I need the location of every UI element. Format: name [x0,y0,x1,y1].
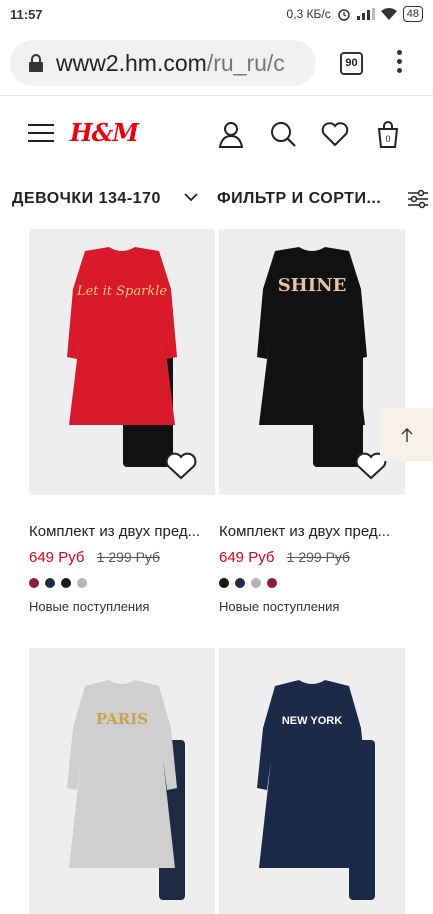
product-title[interactable]: Комплект из двух пред... [29,523,215,540]
filter-sort-button[interactable]: ФИЛЬТР И СОРТИ... [217,190,381,208]
color-swatch[interactable] [235,578,245,588]
filter-sliders-icon[interactable] [407,188,429,210]
dress-print: PARIS [96,710,148,728]
color-swatch[interactable] [61,578,71,588]
tab-switcher-button[interactable]: 90 [340,52,363,75]
sale-price: 649 Руб [29,549,85,566]
svg-text:0: 0 [385,134,390,144]
favorites-icon[interactable] [321,120,349,148]
status-right: 0,3 КБ/с 48 [287,6,423,22]
browser-menu-icon[interactable] [392,48,406,78]
filter-row: ДЕВОЧКИ 134-170 ФИЛЬТР И СОРТИ... [0,180,433,220]
url-path: /ru_ru/c [206,49,285,76]
color-swatch[interactable] [29,578,39,588]
dress-shape [257,247,367,425]
dress-shape [257,680,367,868]
dress-print: SHINE [278,275,347,296]
lock-icon [29,54,43,72]
back-to-top-button[interactable] [380,408,433,461]
status-bar: 11:57 0,3 КБ/с 48 [0,0,433,30]
product-card[interactable]: Let it Sparkle Комплект из двух пред... … [29,229,215,614]
dress-print: NEW YORK [282,715,342,727]
dress-shape [67,680,177,868]
color-swatch[interactable] [45,578,55,588]
site-header: H&M 0 [0,96,433,172]
original-price: 1 299 Руб [286,549,351,565]
arrow-up-icon [401,427,412,442]
alarm-icon [338,9,350,21]
color-swatches [219,578,277,588]
product-image[interactable]: NEW YORK [219,648,405,914]
dress-print: Let it Sparkle [76,284,167,299]
new-arrival-tag: Новые поступления [219,599,340,614]
status-time: 11:57 [10,7,43,22]
product-card[interactable]: SHINE Комплект из двух пред... 649 Руб 1… [219,229,405,614]
color-swatch[interactable] [267,578,277,588]
battery-indicator: 48 [402,6,423,22]
wifi-icon [380,8,397,20]
dress-shape [67,247,177,425]
add-to-favorites-icon[interactable] [165,451,197,481]
color-swatch[interactable] [77,578,87,588]
browser-toolbar: www2.hm.com/ru_ru/c 90 [0,30,433,96]
network-speed: 0,3 КБ/с [286,7,331,21]
product-prices: 649 Руб 1 299 Руб [219,549,350,566]
color-swatch[interactable] [219,578,229,588]
original-price: 1 299 Руб [96,549,161,565]
new-arrival-tag: Новые поступления [29,599,150,614]
account-icon[interactable] [217,120,245,148]
product-card[interactable]: NEW YORK [219,648,405,914]
product-image[interactable]: PARIS [29,648,215,914]
category-selector[interactable]: ДЕВОЧКИ 134-170 [12,190,161,208]
url-host: www2.hm.com [56,49,207,76]
color-swatch[interactable] [251,578,261,588]
product-title[interactable]: Комплект из двух пред... [219,523,405,540]
menu-icon[interactable] [28,124,54,142]
sale-price: 649 Руб [219,549,275,566]
brand-logo[interactable]: H&M [70,118,139,147]
search-icon[interactable] [269,120,297,148]
product-image[interactable]: SHINE [219,229,405,495]
cart-icon[interactable]: 0 [374,120,402,148]
address-bar[interactable]: www2.hm.com/ru_ru/c [10,40,316,86]
chevron-down-icon[interactable] [184,190,198,204]
product-prices: 649 Руб 1 299 Руб [29,549,160,566]
color-swatches [29,578,87,588]
url-text: www2.hm.com/ru_ru/c [56,50,285,77]
product-card[interactable]: PARIS [29,648,215,914]
product-image[interactable]: Let it Sparkle [29,229,215,495]
signal-icon [356,8,375,20]
